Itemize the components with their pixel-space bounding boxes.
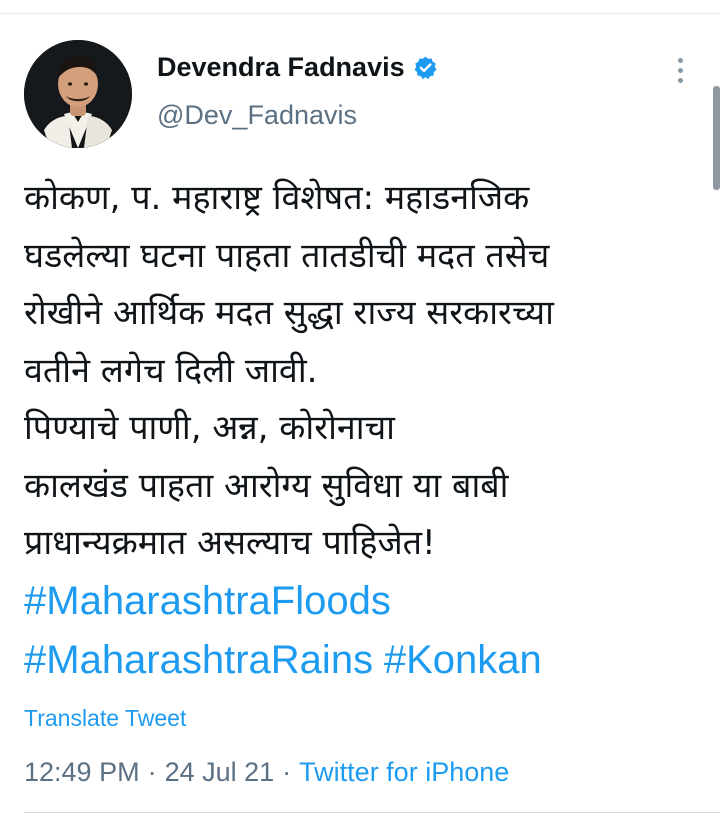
avatar[interactable]	[24, 40, 132, 148]
meta-separator: ·	[282, 757, 292, 787]
hashtag-link[interactable]: #MaharashtraFloods	[24, 579, 391, 623]
hashtag-line: #MaharashtraRains #Konkan	[24, 632, 704, 692]
scrollbar[interactable]	[713, 86, 720, 190]
author-handle[interactable]: @Dev_Fadnavis	[157, 100, 357, 131]
hashtag-line: #MaharashtraFloods	[24, 573, 704, 633]
tweet-line: पिण्याचे पाणी, अन्न, कोरोनाचा	[24, 408, 395, 448]
profile-photo	[24, 40, 132, 148]
author-display-name[interactable]: Devendra Fadnavis	[157, 52, 405, 83]
tweet-source-link[interactable]: Twitter for iPhone	[299, 757, 509, 788]
tweet-line: प्राधान्यक्रमात असल्याच पाहिजेत!	[24, 523, 436, 563]
tweet-line: वतीने लगेच दिली जावी.	[24, 350, 318, 391]
hashtag-link[interactable]: #Konkan	[384, 638, 542, 682]
hashtag-link[interactable]: #MaharashtraRains	[24, 638, 373, 682]
top-divider	[0, 13, 720, 14]
author-name-row[interactable]: Devendra Fadnavis	[157, 52, 438, 83]
tweet-line: घडलेल्या घटना पाहता तातडीची मदत तसेच	[24, 235, 550, 276]
verified-badge-icon	[413, 55, 438, 80]
tweet-line: कालखंड पाहता आरोग्य सुविधा या बाबी	[24, 465, 509, 506]
tweet-metadata: 12:49 PM · 24 Jul 21 · Twitter for iPhon…	[24, 757, 509, 788]
more-vertical-icon-dot	[677, 67, 683, 73]
tweet-text: कोकण, प. महाराष्ट्र विशेषत: महाडनजिक घडल…	[24, 170, 704, 692]
tweet-time[interactable]: 12:49 PM	[24, 757, 140, 788]
meta-separator: ·	[147, 757, 157, 787]
tweet-line: रोखीने आर्थिक मदत सुद्धा राज्य सरकारच्या	[24, 293, 554, 333]
tweet-line: कोकण, प. महाराष्ट्र विशेषत: महाडनजिक	[24, 178, 530, 218]
more-vertical-icon	[677, 57, 683, 63]
translate-tweet-link[interactable]: Translate Tweet	[24, 705, 186, 732]
bottom-divider	[24, 812, 720, 813]
tweet-date[interactable]: 24 Jul 21	[165, 757, 275, 788]
more-options-button[interactable]	[662, 52, 698, 88]
more-vertical-icon-dot	[677, 77, 683, 83]
